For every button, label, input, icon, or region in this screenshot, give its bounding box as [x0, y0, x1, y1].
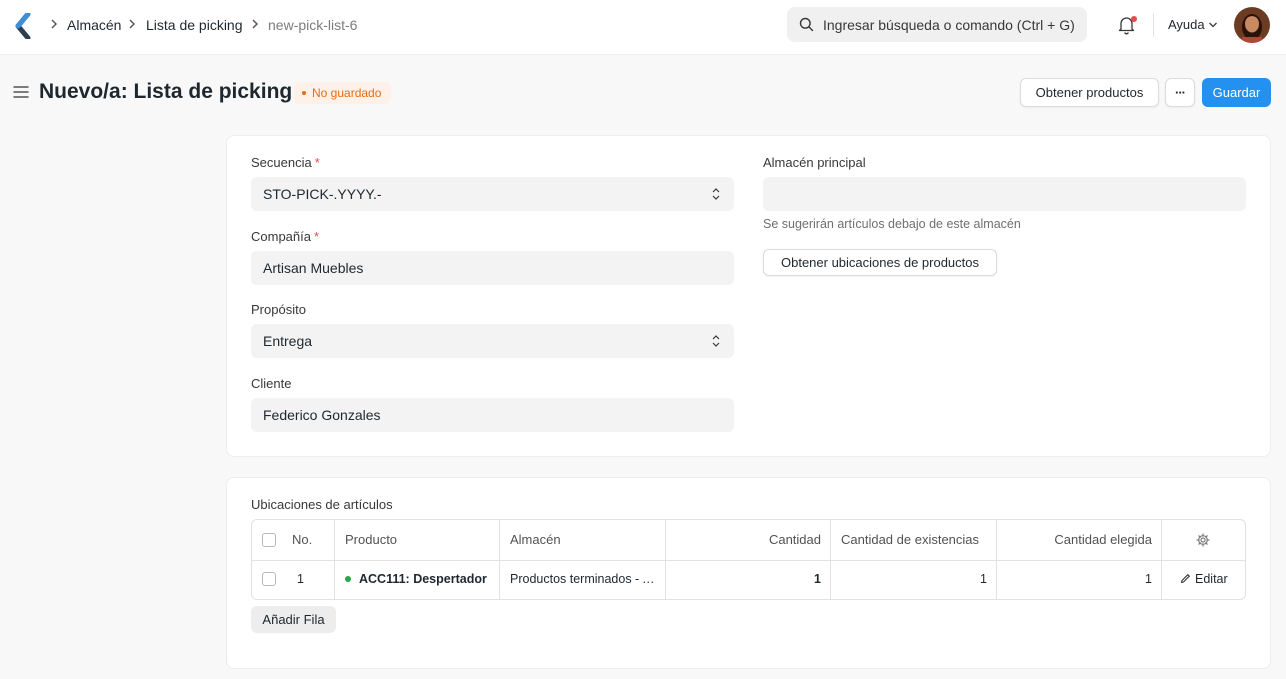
get-item-locations-button[interactable]: Obtener ubicaciones de productos [763, 249, 997, 276]
row-checkbox[interactable] [262, 572, 276, 586]
header-picked-qty: Cantidad elegida [1054, 532, 1152, 547]
parent-warehouse-field[interactable] [763, 177, 1246, 211]
header-no: No. [292, 532, 313, 547]
series-label: Secuencia * [251, 155, 320, 170]
more-actions-button[interactable]: ··· [1165, 78, 1195, 107]
row-no: 1 [297, 572, 304, 586]
locations-section-label: Ubicaciones de artículos [251, 497, 393, 512]
row-warehouse[interactable]: Productos terminados - AM [510, 560, 656, 599]
app-logo-icon[interactable] [15, 13, 33, 39]
user-avatar[interactable] [1234, 7, 1270, 43]
parent-warehouse-description: Se sugerirán artículos debajo de este al… [763, 217, 1021, 231]
header-warehouse: Almacén [510, 532, 561, 547]
search-bar[interactable] [787, 7, 1087, 42]
row-qty[interactable]: 1 [676, 560, 821, 599]
status-dot [302, 90, 306, 95]
row-edit-label: Editar [1195, 572, 1228, 586]
required-asterisk: * [313, 229, 320, 244]
breadcrumb-current[interactable]: new-pick-list-6 [268, 17, 357, 33]
locations-table: No. Producto Almacén Cantidad Cantidad d… [251, 519, 1246, 600]
status-badge: No guardado [294, 82, 392, 104]
company-label: Compañía * [251, 229, 319, 244]
chevron-right-icon [252, 19, 258, 29]
chevron-right-icon [51, 19, 57, 29]
purpose-value: Entrega [263, 333, 313, 349]
row-picked-qty[interactable]: 1 [1007, 560, 1152, 599]
chevron-down-icon[interactable] [1208, 21, 1218, 29]
company-field[interactable]: Artisan Muebles [251, 251, 734, 285]
status-badge-label: No guardado [312, 86, 382, 100]
notification-dot [1131, 16, 1137, 22]
search-icon [799, 17, 814, 32]
series-value: STO-PICK-.YYYY.- [263, 186, 382, 202]
row-edit-button[interactable]: Editar [1180, 560, 1240, 599]
get-items-button[interactable]: Obtener productos [1020, 78, 1159, 107]
help-menu[interactable]: Ayuda [1168, 17, 1205, 32]
select-all-checkbox[interactable] [262, 533, 276, 547]
row-product-text: ACC111: Despertador de bolsillo [359, 572, 490, 586]
required-asterisk: * [314, 155, 320, 170]
pencil-icon [1180, 574, 1190, 584]
header-qty: Cantidad [768, 532, 821, 547]
header-stock-qty: Cantidad de existencias [841, 532, 980, 547]
table-settings-gear-icon[interactable] [1196, 533, 1210, 547]
series-select[interactable]: STO-PICK-.YYYY.- [251, 177, 734, 211]
parent-warehouse-label: Almacén principal [763, 155, 866, 170]
row-stock-qty[interactable]: 1 [841, 560, 987, 599]
customer-field[interactable]: Federico Gonzales [251, 398, 734, 432]
company-label-text: Compañía [251, 229, 311, 244]
series-label-text: Secuencia [251, 155, 312, 170]
chevron-right-icon [129, 19, 135, 29]
save-button[interactable]: Guardar [1202, 78, 1271, 107]
status-indicator-dot [345, 575, 351, 582]
add-row-button[interactable]: Añadir Fila [251, 606, 336, 633]
navbar-divider [1153, 13, 1154, 37]
search-input[interactable] [823, 7, 1078, 42]
row-product[interactable]: ACC111: Despertador de bolsillo [345, 560, 490, 599]
breadcrumb-almacen[interactable]: Almacén [67, 17, 121, 33]
navbar: Almacén Lista de picking new-pick-list-6… [0, 0, 1286, 55]
select-arrows-icon [712, 335, 720, 347]
breadcrumb-pick-list[interactable]: Lista de picking [146, 17, 243, 33]
customer-label: Cliente [251, 376, 292, 391]
page-title: Nuevo/a: Lista de picking [39, 80, 293, 103]
select-arrows-icon [712, 188, 720, 200]
purpose-label: Propósito [251, 302, 306, 317]
purpose-select[interactable]: Entrega [251, 324, 734, 358]
sidebar-toggle-icon[interactable] [13, 85, 29, 99]
header-product: Producto [345, 532, 398, 547]
